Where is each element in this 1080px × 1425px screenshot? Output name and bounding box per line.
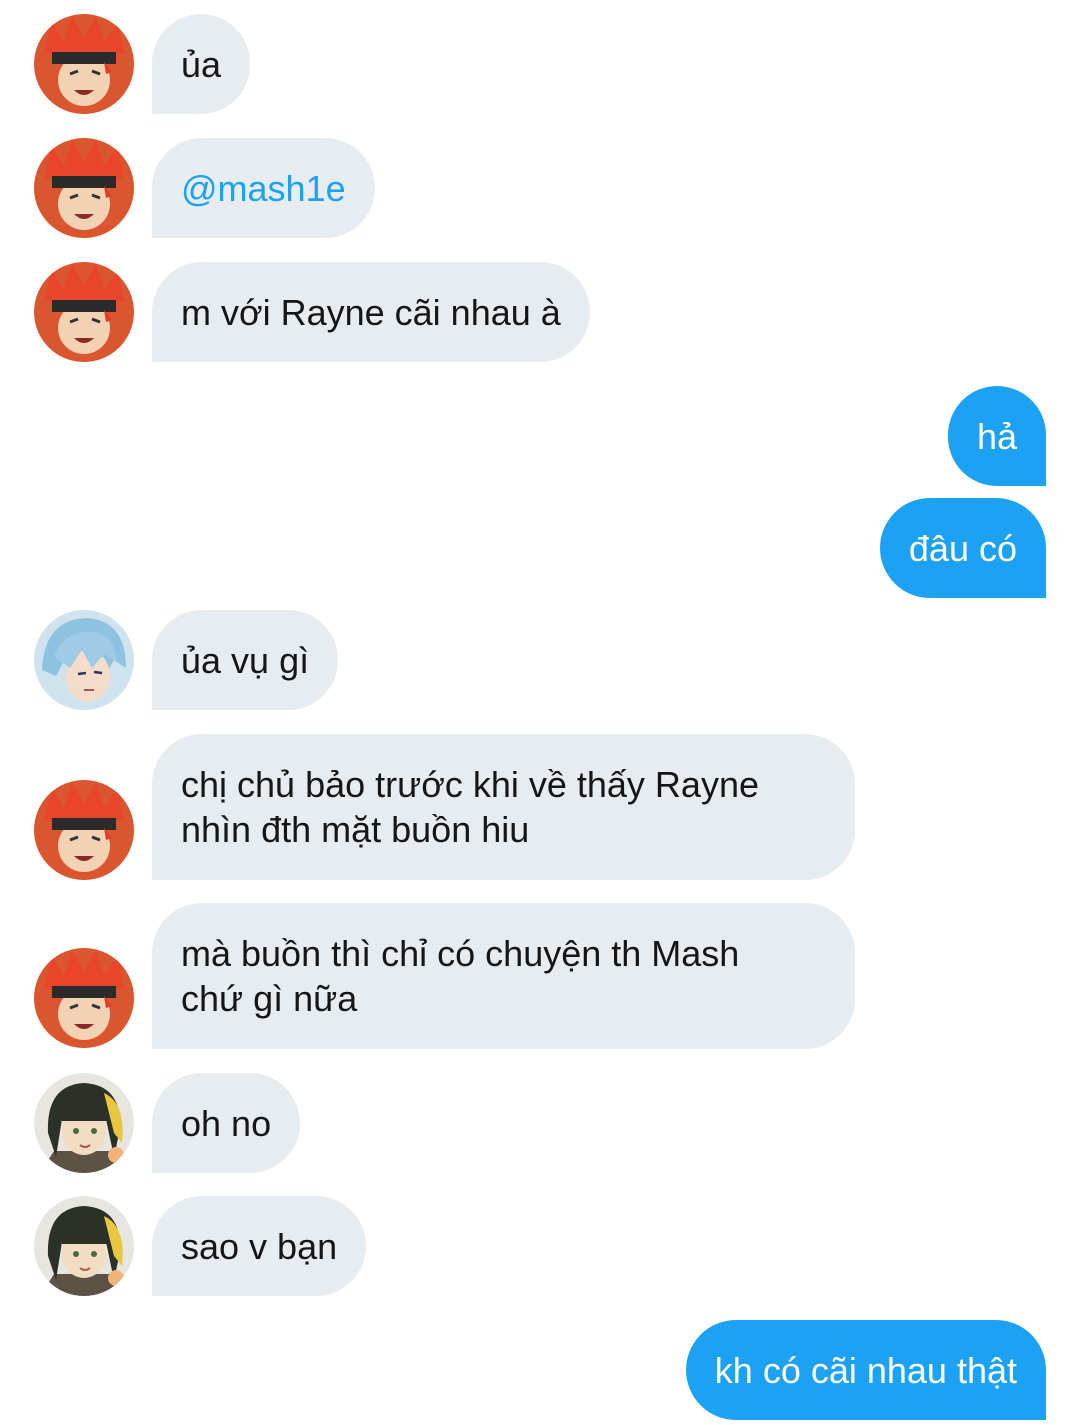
red-hair-avatar-icon[interactable] (34, 780, 134, 880)
message-bubble[interactable]: m với Rayne cãi nhau à (152, 262, 590, 362)
message-text: kh có cãi nhau thật (714, 1349, 1017, 1391)
mention-link[interactable]: @mash1e (181, 166, 346, 211)
message-bubble[interactable]: @mash1e (152, 138, 375, 238)
message-text: chị chủ bảo trước khi về thấy Rayne nhìn… (181, 764, 759, 850)
message-bubble[interactable]: oh no (152, 1073, 301, 1173)
red-hair-avatar-icon[interactable] (34, 262, 134, 362)
message-bubble-sent[interactable]: kh có cãi nhau thật (685, 1320, 1046, 1420)
red-hair-avatar-icon[interactable] (34, 14, 134, 114)
message-bubble[interactable]: ủa (152, 14, 251, 114)
message-text: ủa (181, 43, 222, 85)
red-hair-avatar-icon[interactable] (34, 138, 134, 238)
blue-hair-avatar-icon[interactable] (34, 610, 134, 710)
message-text: sao v bạn (181, 1225, 338, 1267)
message-text: mà buồn thì chỉ có chuyện th Mash chứ gì… (181, 933, 740, 1019)
message-bubble[interactable]: sao v bạn (152, 1196, 367, 1296)
message-text: oh no (181, 1102, 272, 1144)
dark-hair-avatar-icon[interactable] (34, 1073, 134, 1173)
message-text: đâu có (908, 527, 1017, 569)
dark-hair-avatar-icon[interactable] (34, 1196, 134, 1296)
message-text: m với Rayne cãi nhau à (181, 291, 561, 333)
red-hair-avatar-icon[interactable] (34, 948, 134, 1048)
message-bubble-sent[interactable]: đâu có (879, 498, 1046, 598)
message-bubble-sent[interactable]: hả (947, 386, 1046, 486)
message-bubble[interactable]: mà buồn thì chỉ có chuyện th Mash chứ gì… (152, 903, 855, 1049)
message-text: ủa vụ gì (181, 639, 310, 681)
dm-conversation: ủa @mash1e m với Rayne cãi nhau à hả đâu… (0, 0, 1080, 1425)
message-bubble[interactable]: chị chủ bảo trước khi về thấy Rayne nhìn… (152, 734, 855, 880)
message-text: hả (976, 415, 1017, 457)
message-bubble[interactable]: ủa vụ gì (152, 610, 339, 710)
